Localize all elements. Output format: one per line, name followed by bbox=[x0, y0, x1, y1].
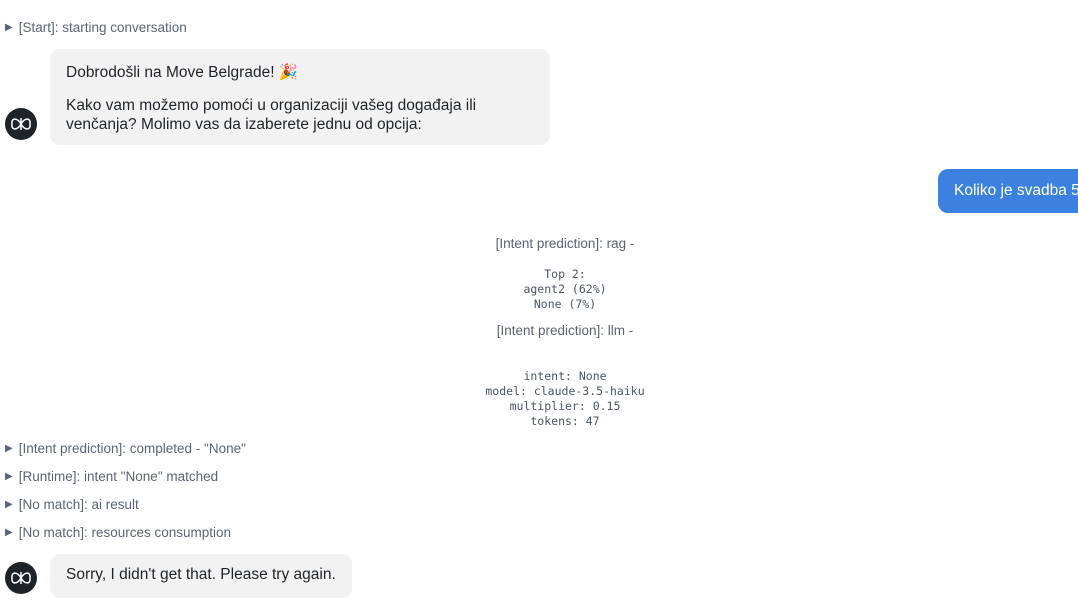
log-no-match-ai-label: [No match]: ai result bbox=[18, 496, 139, 512]
bot-message-fallback: Sorry, I didn't get that. Please try aga… bbox=[50, 554, 352, 598]
log-no-match-ai[interactable]: ▶ [No match]: ai result bbox=[5, 494, 139, 514]
log-intent-completed[interactable]: ▶ [Intent prediction]: completed - "None… bbox=[5, 438, 246, 458]
triangle-right-icon: ▶ bbox=[5, 21, 13, 33]
log-no-match-resources[interactable]: ▶ [No match]: resources consumption bbox=[5, 522, 231, 542]
bot-logo-icon bbox=[11, 572, 31, 584]
intent-llm-line: tokens: 47 bbox=[530, 414, 600, 428]
bot-message-fallback-text: Sorry, I didn't get that. Please try aga… bbox=[66, 566, 336, 583]
triangle-right-icon: ▶ bbox=[5, 526, 13, 538]
bot-message-welcome-line1: Dobrodošli na Move Belgrade! 🎉 bbox=[66, 64, 299, 81]
intent-rag-line: agent2 (62%) bbox=[523, 282, 607, 296]
triangle-right-icon: ▶ bbox=[5, 442, 13, 454]
triangle-right-icon: ▶ bbox=[5, 470, 13, 482]
user-message: Koliko je svadba 5 bbox=[938, 169, 1078, 213]
log-runtime-label: [Runtime]: intent "None" matched bbox=[18, 468, 219, 484]
triangle-right-icon: ▶ bbox=[5, 498, 13, 510]
intent-llm-line: model: claude-3.5-haiku bbox=[485, 384, 645, 398]
intent-rag-title: [Intent prediction]: rag - bbox=[495, 236, 635, 251]
bot-message-welcome: Dobrodošli na Move Belgrade! 🎉 Kako vam … bbox=[50, 49, 550, 145]
log-start-label: [Start]: starting conversation bbox=[18, 19, 187, 35]
intent-llm-title: [Intent prediction]: llm - bbox=[496, 323, 634, 338]
bot-avatar bbox=[5, 562, 37, 594]
bot-message-welcome-line2: Kako vam možemo pomoći u organizaciji va… bbox=[66, 97, 477, 133]
bot-logo-icon bbox=[11, 118, 31, 130]
intent-llm-details: intent: None model: claude-3.5-haiku mul… bbox=[0, 369, 1078, 429]
user-message-text: Koliko je svadba 5 bbox=[954, 182, 1078, 199]
intent-llm-line: multiplier: 0.15 bbox=[509, 399, 621, 413]
log-start[interactable]: ▶ [Start]: starting conversation bbox=[5, 17, 187, 37]
log-no-match-resources-label: [No match]: resources consumption bbox=[18, 524, 232, 540]
log-intent-completed-label: [Intent prediction]: completed - "None" bbox=[18, 440, 246, 456]
intent-rag-line: Top 2: bbox=[544, 267, 586, 281]
log-runtime[interactable]: ▶ [Runtime]: intent "None" matched bbox=[5, 466, 218, 486]
intent-rag-line: None (7%) bbox=[533, 297, 597, 311]
intent-llm-line: intent: None bbox=[523, 369, 607, 383]
intent-rag-details: Top 2: agent2 (62%) None (7%) bbox=[0, 267, 1078, 312]
bot-avatar bbox=[5, 108, 37, 140]
